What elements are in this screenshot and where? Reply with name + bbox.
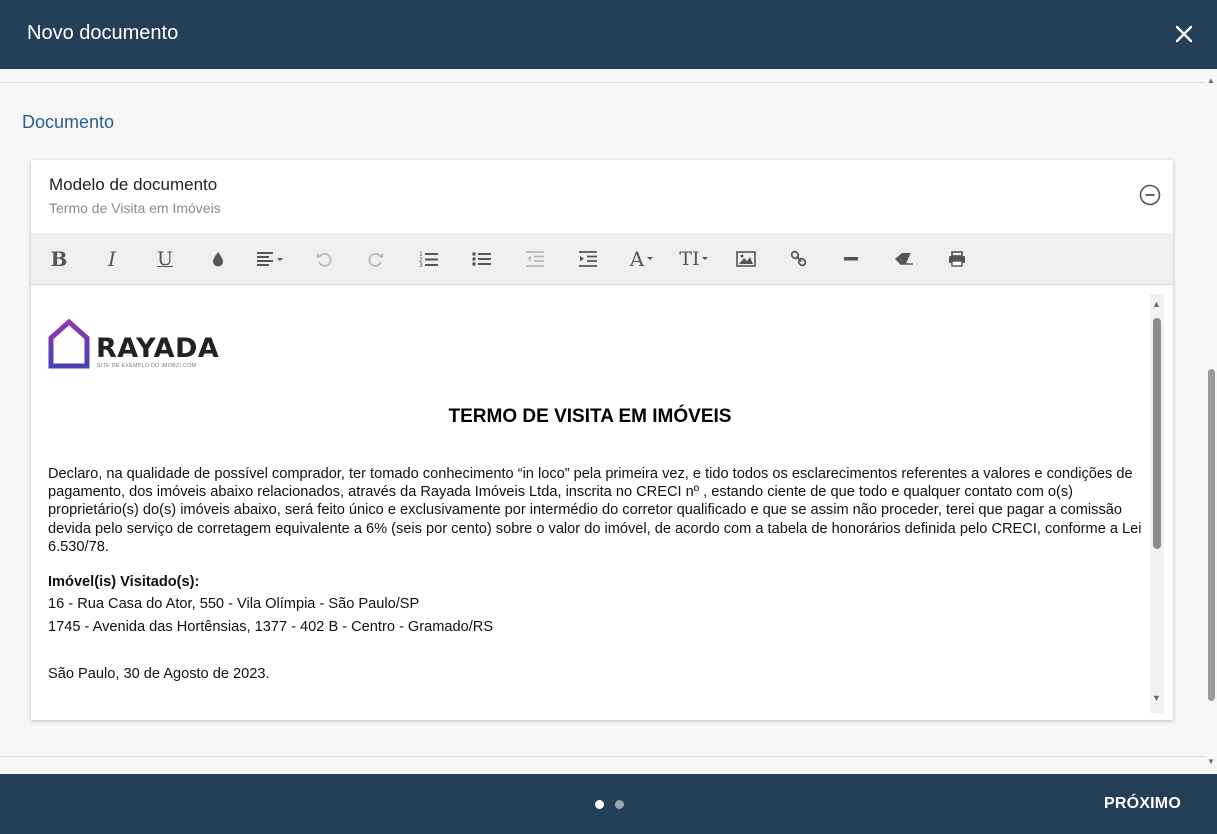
font-family-button[interactable]: A xyxy=(627,246,657,272)
redo-icon xyxy=(368,252,383,267)
unordered-list-button[interactable] xyxy=(469,246,495,272)
document-template-card: Modelo de documento Termo de Visita em I… xyxy=(31,160,1173,720)
ordered-list-icon: 123 xyxy=(419,251,438,268)
font-size-icon: TI xyxy=(679,248,700,270)
link-icon xyxy=(790,250,807,267)
card-title: Modelo de documento xyxy=(49,175,218,194)
print-icon xyxy=(949,251,965,267)
font-size-button[interactable]: TI xyxy=(679,246,709,272)
scroll-up-arrow-icon[interactable]: ▲ xyxy=(1152,299,1161,309)
house-logo-icon xyxy=(48,319,90,369)
droplet-icon xyxy=(213,252,223,267)
logo-tagline: SITE DE EXEMPLO DO IMOBZI.COM xyxy=(97,363,197,369)
divider xyxy=(0,756,1205,757)
underline-icon: U xyxy=(156,248,173,270)
dialog-content: Documento Modelo de documento Termo de V… xyxy=(0,69,1217,774)
italic-icon: I xyxy=(108,247,116,271)
step-indicator-active[interactable] xyxy=(595,800,604,809)
card-subtitle: Termo de Visita em Imóveis xyxy=(49,200,221,216)
chevron-down-icon xyxy=(647,257,654,260)
document-editor[interactable]: RAYADA SITE DE EXEMPLO DO IMOBZI.COM TER… xyxy=(40,294,1168,713)
svg-text:3: 3 xyxy=(419,262,423,268)
outdent-button[interactable] xyxy=(522,246,548,272)
property-item: 16 - Rua Casa do Ator, 550 - Vila Olímpi… xyxy=(48,596,420,612)
text-color-button[interactable] xyxy=(205,246,231,272)
eraser-icon xyxy=(895,252,913,265)
italic-button[interactable]: I xyxy=(99,246,125,272)
document-date: São Paulo, 30 de Agosto de 2023. xyxy=(48,666,270,682)
document-paragraph: Declaro, na qualidade de possível compra… xyxy=(48,466,1142,555)
horizontal-rule-button[interactable] xyxy=(838,246,864,272)
underline-button[interactable]: U xyxy=(152,246,178,272)
ordered-list-button[interactable]: 123 xyxy=(416,246,442,272)
redo-button[interactable] xyxy=(363,246,389,272)
dialog-footer: PRÓXIMO xyxy=(0,774,1217,834)
collapse-button[interactable] xyxy=(1139,184,1161,206)
page-scrollbar[interactable]: ▲ ▼ xyxy=(1205,69,1217,774)
insert-image-button[interactable] xyxy=(733,246,759,272)
dialog-header: Novo documento xyxy=(0,0,1217,69)
align-button[interactable] xyxy=(256,246,286,272)
section-title: Documento xyxy=(22,112,115,132)
step-indicator[interactable] xyxy=(615,800,624,809)
indent-button[interactable] xyxy=(575,246,601,272)
bullet-list-icon xyxy=(472,252,491,266)
font-family-icon: A xyxy=(629,247,645,271)
undo-icon xyxy=(317,252,332,267)
scroll-thumb[interactable] xyxy=(1153,318,1161,549)
print-button[interactable] xyxy=(944,246,970,272)
scroll-down-arrow-icon[interactable]: ▼ xyxy=(1152,693,1161,703)
outdent-icon xyxy=(526,251,544,267)
bold-icon: B xyxy=(50,247,68,271)
next-button[interactable]: PRÓXIMO xyxy=(1104,795,1181,813)
close-button[interactable] xyxy=(1170,20,1198,48)
close-icon xyxy=(1175,25,1193,43)
document-title: TERMO DE VISITA EM IMÓVEIS xyxy=(448,406,732,427)
chevron-down-icon xyxy=(701,257,708,260)
scroll-down-arrow-icon[interactable]: ▼ xyxy=(1207,757,1215,766)
logo-wordmark: RAYADA xyxy=(96,333,220,364)
image-icon xyxy=(736,251,756,267)
undo-button[interactable] xyxy=(311,246,337,272)
editor-scrollbar[interactable]: ▲ ▼ xyxy=(1150,294,1164,713)
horizontal-rule-icon xyxy=(844,257,858,261)
properties-label: Imóvel(is) Visitado(s): xyxy=(48,574,200,590)
minus-circle-icon xyxy=(1139,184,1161,206)
clear-format-button[interactable] xyxy=(891,246,917,272)
insert-link-button[interactable] xyxy=(786,246,812,272)
scroll-up-arrow-icon[interactable]: ▲ xyxy=(1207,76,1215,85)
editor-toolbar: B I U 123 A TI xyxy=(31,233,1173,285)
scroll-thumb[interactable] xyxy=(1208,369,1215,701)
indent-icon xyxy=(579,251,597,267)
align-left-icon xyxy=(257,252,283,266)
bold-button[interactable]: B xyxy=(46,246,72,272)
dialog-title: Novo documento xyxy=(27,22,179,44)
divider xyxy=(0,82,1205,83)
property-item: 1745 - Avenida das Hortênsias, 1377 - 40… xyxy=(48,619,494,635)
company-logo: RAYADA SITE DE EXEMPLO DO IMOBZI.COM xyxy=(48,319,220,371)
